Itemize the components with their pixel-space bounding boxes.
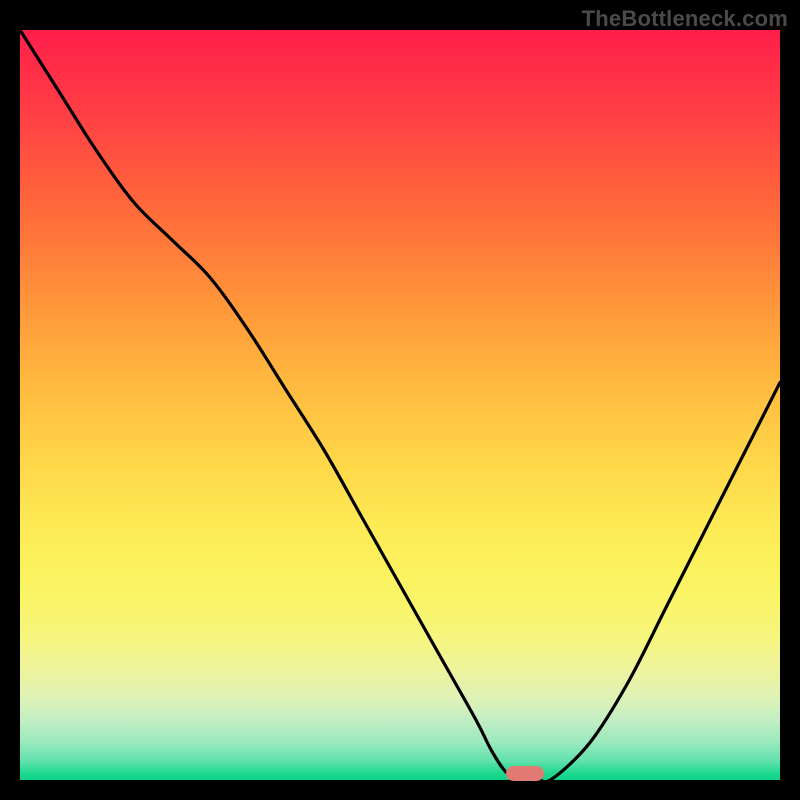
watermark-text: TheBottleneck.com [582,6,788,32]
curve-path [20,30,780,780]
plot-area [20,30,780,780]
chart-frame: TheBottleneck.com [0,0,800,800]
optimal-marker [506,766,544,781]
bottleneck-curve [20,30,780,780]
